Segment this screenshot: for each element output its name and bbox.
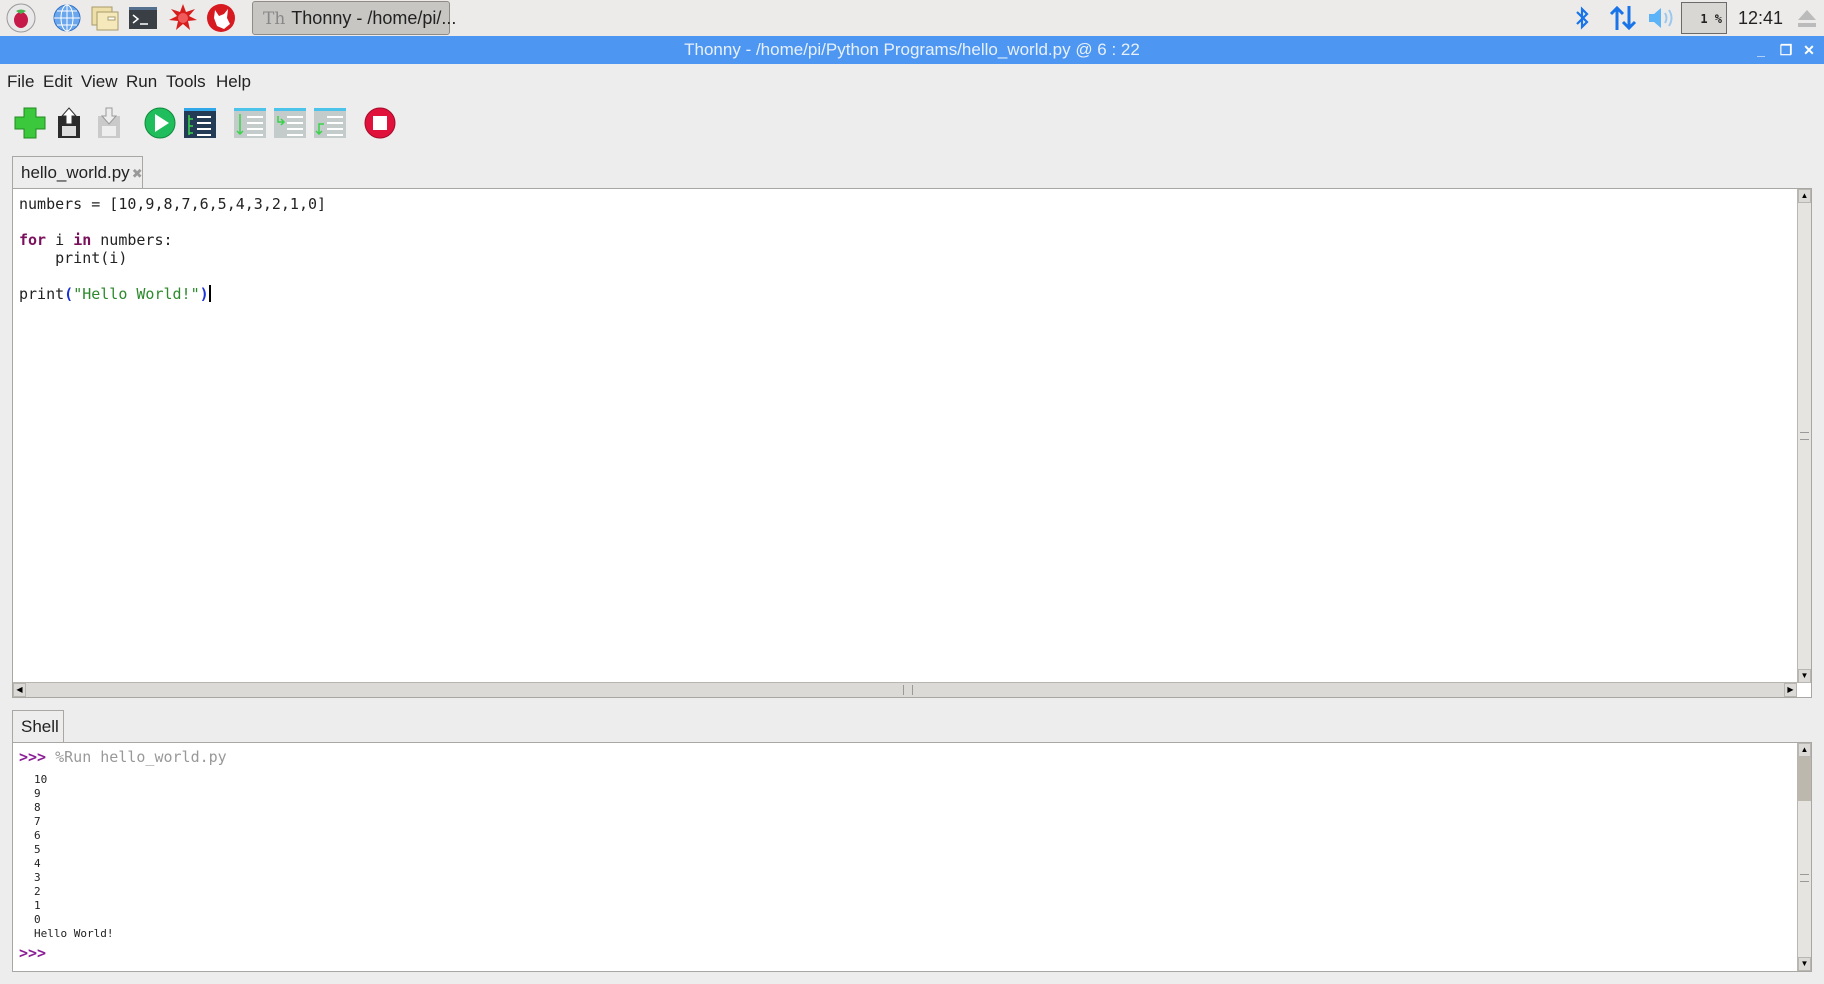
menu-view[interactable]: View (81, 72, 118, 92)
file-manager-icon[interactable] (90, 3, 120, 33)
keyword-for: for (19, 231, 47, 249)
terminal-icon[interactable] (128, 3, 158, 33)
step-over-button[interactable] (233, 106, 267, 140)
code-text: i (46, 231, 74, 249)
bluetooth-icon[interactable] (1572, 0, 1592, 36)
eject-icon[interactable] (1796, 0, 1818, 36)
tab-label: Shell (21, 717, 59, 736)
paren-close: ) (199, 285, 209, 303)
keyword-in: in (73, 231, 92, 249)
shell-command-line: >>> %Run hello_world.py (19, 747, 227, 766)
code-editor[interactable]: numbers = [10,9,8,7,6,5,4,3,2,1,0] for i… (12, 188, 1812, 698)
code-line-3: for i in numbers: (19, 231, 173, 249)
stop-button[interactable] (363, 106, 397, 140)
output-line: 8 (34, 801, 41, 814)
code-line-6: print("Hello World!") (19, 285, 211, 303)
menu-edit[interactable]: Edit (43, 72, 72, 92)
text-caret (208, 285, 211, 302)
scroll-down-button[interactable]: ▼ (1798, 957, 1811, 971)
minimize-button[interactable]: _ (1750, 36, 1772, 64)
shell-output: 10 9 8 7 6 5 4 3 2 1 0 Hello World! (34, 773, 113, 941)
code-text: print (19, 285, 65, 303)
scroll-down-button[interactable]: ▼ (1798, 669, 1811, 683)
step-out-button[interactable] (313, 106, 347, 140)
shell-command: %Run hello_world.py (46, 748, 227, 766)
menu-help[interactable]: Help (216, 72, 251, 92)
output-line: 2 (34, 885, 41, 898)
debug-button[interactable] (183, 106, 217, 140)
output-line: 1 (34, 899, 41, 912)
output-line: 9 (34, 787, 41, 800)
tab-hello-world[interactable]: hello_world.py ✖ (12, 156, 143, 189)
shell-prompt: >>> (19, 748, 47, 766)
scroll-grip (903, 685, 913, 695)
thonny-icon: Th (263, 9, 286, 29)
save-file-button[interactable] (93, 106, 127, 140)
new-file-button[interactable] (13, 106, 47, 140)
scroll-up-button[interactable]: ▲ (1798, 743, 1811, 757)
close-button[interactable]: ✕ (1798, 36, 1820, 64)
scroll-left-button[interactable]: ◀ (13, 683, 26, 697)
scroll-grip (1800, 874, 1809, 882)
scroll-right-button[interactable]: ▶ (1784, 683, 1797, 697)
output-line: 7 (34, 815, 41, 828)
code-line-4: print(i) (19, 249, 128, 267)
tab-label: hello_world.py (21, 163, 130, 182)
taskbar-thonny-task[interactable]: Th Thonny - /home/pi/... (252, 1, 456, 35)
window-title-bar[interactable]: Thonny - /home/pi/Python Programs/hello_… (0, 36, 1824, 64)
task-label: Thonny - /home/pi/... (291, 8, 457, 28)
shell-panel[interactable]: >>> %Run hello_world.py 10 9 8 7 6 5 4 3 2 1 0 Hell… (12, 742, 1812, 972)
mathematica-icon[interactable] (168, 3, 198, 33)
scroll-grip (1800, 432, 1809, 440)
shell-prompt: >>> (19, 944, 47, 962)
scroll-thumb[interactable] (1798, 757, 1811, 801)
code-line-1: numbers = [10,9,8,7,6,5,4,3,2,1,0] (19, 195, 327, 213)
menu-file[interactable]: File (7, 72, 34, 92)
code-content[interactable]: numbers = [10,9,8,7,6,5,4,3,2,1,0] for i… (19, 195, 326, 303)
scroll-up-button[interactable]: ▲ (1798, 189, 1811, 203)
network-icon[interactable] (1608, 0, 1638, 36)
output-line: 10 (34, 773, 48, 786)
output-line: 3 (34, 871, 41, 884)
raspberry-menu-icon[interactable] (6, 3, 36, 33)
volume-icon[interactable] (1646, 0, 1676, 36)
web-browser-icon[interactable] (52, 3, 82, 33)
clock[interactable]: 12:41 (1738, 8, 1783, 29)
tab-shell[interactable]: Shell (12, 710, 64, 743)
window-title: Thonny - /home/pi/Python Programs/hello_… (684, 40, 1140, 59)
run-button[interactable] (143, 106, 177, 140)
paren-open: ( (64, 285, 74, 303)
output-line: 0 (34, 913, 41, 926)
tab-close-icon[interactable]: ✖ (132, 166, 143, 181)
output-line: 4 (34, 857, 41, 870)
string-literal: "Hello World!" (73, 285, 200, 303)
output-line: 6 (34, 829, 41, 842)
menu-run[interactable]: Run (126, 72, 157, 92)
wolfram-icon[interactable] (206, 3, 236, 33)
output-line: Hello World! (34, 927, 114, 940)
restore-button[interactable]: ❐ (1775, 36, 1797, 64)
editor-horizontal-scrollbar[interactable]: ◀ ▶ (13, 682, 1797, 697)
code-text: numbers: (91, 231, 173, 249)
editor-vertical-scrollbar[interactable]: ▲ ▼ (1797, 189, 1811, 683)
taskbar: Th Thonny - /home/pi/... 1 % 12:41 (0, 0, 1824, 36)
menu-tools[interactable]: Tools (166, 72, 206, 92)
shell-vertical-scrollbar[interactable]: ▲ ▼ (1797, 743, 1811, 971)
open-file-button[interactable] (53, 106, 87, 140)
output-line: 5 (34, 843, 41, 856)
cpu-usage-monitor[interactable]: 1 % (1681, 2, 1727, 34)
step-into-button[interactable] (273, 106, 307, 140)
shell-input-line[interactable]: >>> (19, 943, 46, 962)
